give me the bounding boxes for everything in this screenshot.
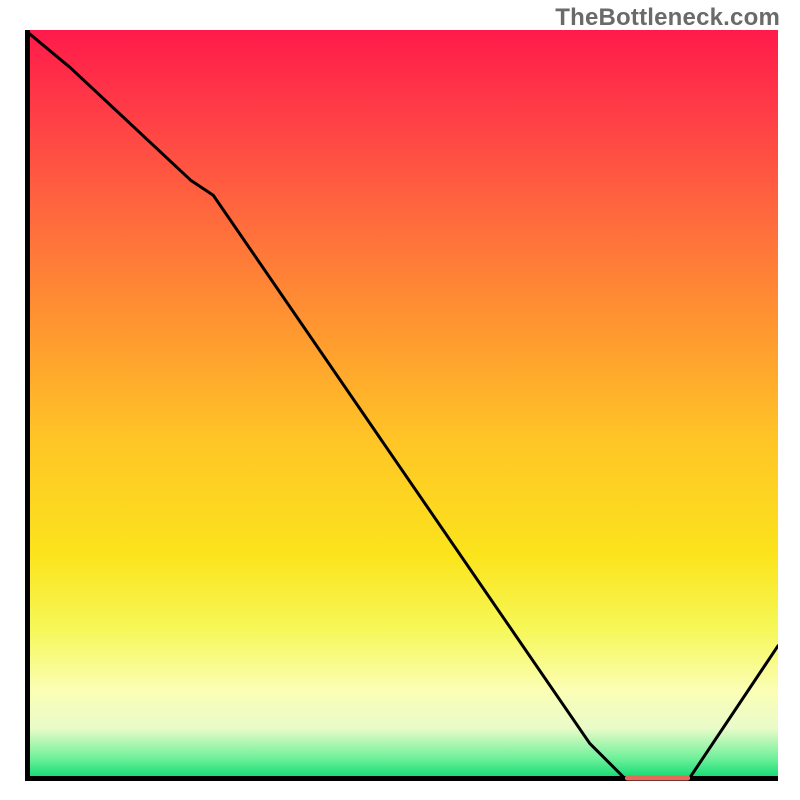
plot-area — [25, 30, 778, 781]
line-series — [25, 30, 778, 781]
chart-frame: TheBottleneck.com — [0, 0, 800, 800]
watermark-text: TheBottleneck.com — [555, 4, 780, 32]
curve-path — [25, 30, 778, 781]
